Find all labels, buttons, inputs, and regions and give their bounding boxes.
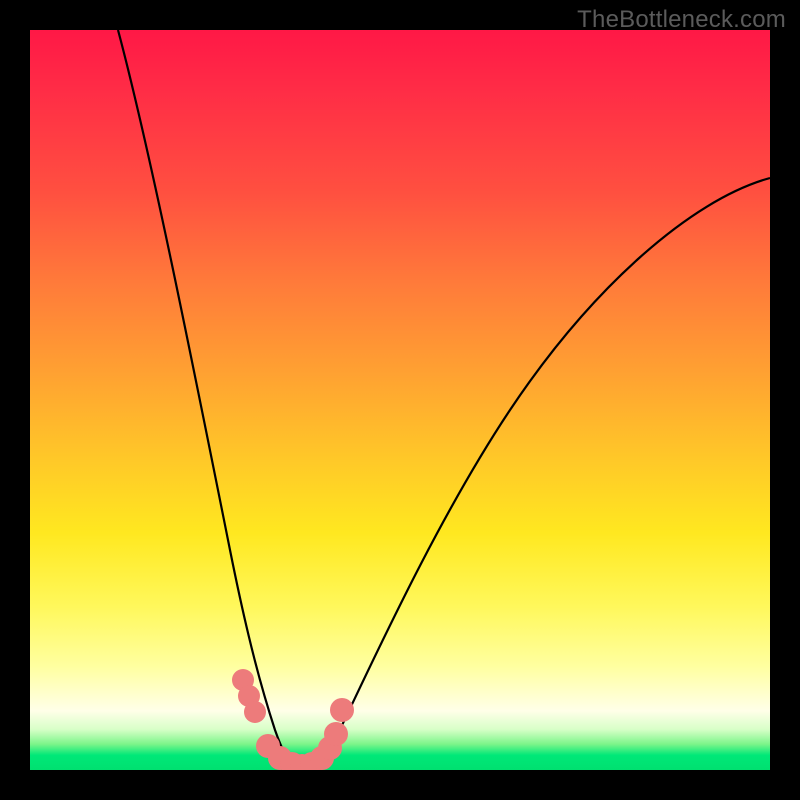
curve-layer bbox=[30, 30, 770, 770]
marker-cluster bbox=[232, 669, 354, 770]
bottleneck-curve bbox=[118, 30, 770, 768]
plot-area bbox=[30, 30, 770, 770]
chart-frame: TheBottleneck.com bbox=[0, 0, 800, 800]
